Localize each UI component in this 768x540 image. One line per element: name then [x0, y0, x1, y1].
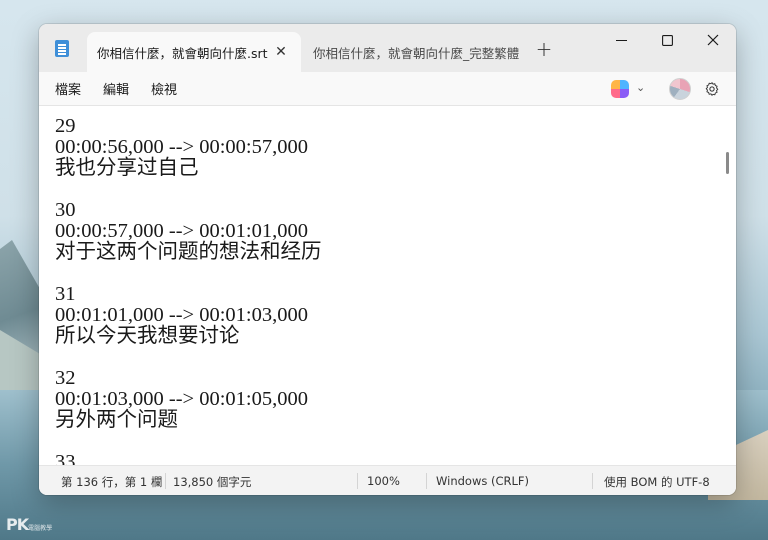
tab-second-file[interactable]: 你相信什麼，就會朝向什麼_完整繁體.s	[311, 32, 519, 72]
menu-edit[interactable]: 編輯	[95, 75, 137, 102]
status-bar: 第 136 行，第 1 欄 13,850 個字元 100% Windows (C…	[39, 465, 736, 495]
editor-line: 00:00:57,000 --> 00:01:01,000	[55, 220, 308, 242]
encoding[interactable]: 使用 BOM 的 UTF-8	[604, 474, 710, 490]
minimize-button[interactable]	[598, 24, 644, 56]
notepad-window: 你相信什麼，就會朝向什麼.srt ✕ 你相信什麼，就會朝向什麼_完整繁體.s +…	[39, 24, 736, 495]
chevron-down-icon[interactable]: ⌄	[636, 81, 645, 94]
maximize-icon	[661, 34, 673, 46]
menu-view[interactable]: 檢視	[143, 75, 185, 102]
editor-line: 30	[55, 199, 76, 221]
editor-line: 31	[55, 283, 76, 305]
editor-line: 00:01:01,000 --> 00:01:03,000	[55, 304, 308, 326]
status-divider	[592, 473, 593, 489]
menu-bar: 檔案 編輯 檢視 ⌄	[39, 72, 736, 106]
editor-line: 所以今天我想要讨论	[55, 325, 240, 347]
gear-icon	[705, 82, 719, 96]
text-editor[interactable]: 29 00:00:56,000 --> 00:00:57,000 我也分享过自己…	[39, 106, 736, 465]
new-tab-button[interactable]: +	[533, 37, 555, 61]
editor-line: 00:00:56,000 --> 00:00:57,000	[55, 136, 308, 158]
status-divider	[165, 473, 166, 489]
editor-content[interactable]: 29 00:00:56,000 --> 00:00:57,000 我也分享过自己…	[55, 115, 716, 466]
tab-active-file[interactable]: 你相信什麼，就會朝向什麼.srt ✕	[87, 32, 301, 72]
line-ending[interactable]: Windows (CRLF)	[436, 474, 529, 488]
editor-line: 29	[55, 115, 76, 137]
notepad-app-icon	[55, 40, 69, 57]
zoom-level[interactable]: 100%	[367, 474, 400, 488]
close-icon	[707, 34, 719, 46]
editor-line: 我也分享过自己	[55, 157, 199, 179]
minimize-icon	[615, 39, 627, 41]
settings-button[interactable]	[703, 80, 721, 98]
vertical-scrollbar[interactable]	[726, 152, 729, 174]
status-divider	[357, 473, 358, 489]
watermark-text: PK	[6, 515, 29, 534]
editor-line: 33	[55, 451, 76, 466]
watermark-subtext: 電腦教學	[28, 525, 53, 532]
account-avatar[interactable]	[669, 78, 691, 100]
status-divider	[426, 473, 427, 489]
menu-file[interactable]: 檔案	[47, 75, 89, 102]
watermark-logo: PK電腦教學	[6, 515, 52, 534]
tab-label: 你相信什麼，就會朝向什麼_完整繁體.s	[313, 45, 519, 61]
editor-line: 00:01:03,000 --> 00:01:05,000	[55, 388, 308, 410]
editor-line: 32	[55, 367, 76, 389]
title-bar: 你相信什麼，就會朝向什麼.srt ✕ 你相信什麼，就會朝向什麼_完整繁體.s +	[39, 24, 736, 72]
character-count: 13,850 個字元	[173, 475, 252, 489]
copilot-icon[interactable]	[611, 80, 629, 98]
close-tab-icon[interactable]: ✕	[273, 44, 289, 60]
editor-line: 另外两个问题	[55, 409, 178, 431]
editor-line: 对于这两个问题的想法和经历	[55, 241, 322, 263]
cursor-position: 第 136 行，第 1 欄	[61, 475, 163, 489]
close-window-button[interactable]	[690, 24, 736, 56]
maximize-button[interactable]	[644, 24, 690, 56]
tab-label: 你相信什麼，就會朝向什麼.srt	[97, 45, 268, 61]
